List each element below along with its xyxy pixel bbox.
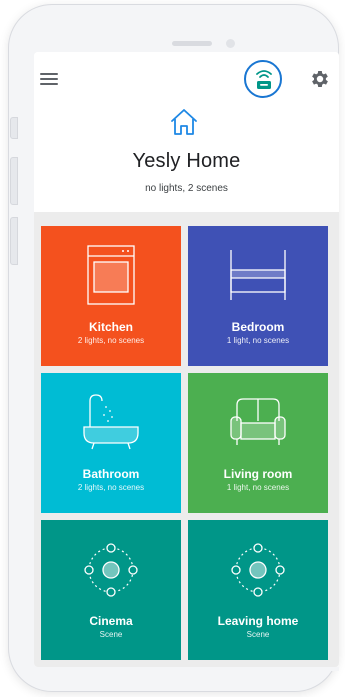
app-screen: Yesly Home no lights, 2 scenes Kitchen 2… [34,52,339,667]
app-screenshot: Yesly Home no lights, 2 scenes Kitchen 2… [0,0,345,697]
room-grid: Kitchen 2 lights, no scenes Bedroom 1 li… [34,212,339,667]
room-name: Kitchen [88,320,133,334]
scene-subtitle: Scene [99,630,123,639]
room-tile-living-room[interactable]: Living room 1 light, no scenes [188,373,328,513]
menu-icon[interactable] [40,72,58,86]
scene-subtitle: Scene [246,630,270,639]
bathtub-icon [83,394,139,450]
scene-name: Leaving home [217,614,299,628]
room-subtitle: 2 lights, no scenes [77,483,145,492]
room-tile-bedroom[interactable]: Bedroom 1 light, no scenes [188,226,328,366]
gear-icon[interactable] [309,68,331,90]
scene-icon [84,543,138,597]
room-subtitle: 2 lights, no scenes [77,336,145,345]
phone-camera [226,39,235,48]
room-tile-kitchen[interactable]: Kitchen 2 lights, no scenes [41,226,181,366]
scene-tile-cinema[interactable]: Cinema Scene [41,520,181,660]
oven-icon [87,245,135,305]
home-header: Yesly Home no lights, 2 scenes [34,52,339,212]
home-icon [171,109,197,135]
home-title: Yesly Home [132,150,241,172]
room-name: Bedroom [231,320,285,334]
phone-chin [34,667,339,671]
hub-router-icon [256,70,272,89]
scene-icon [231,543,285,597]
phone-speaker [172,41,212,46]
phone-side-button [10,117,18,139]
room-name: Bathroom [82,467,140,481]
bed-icon [230,250,286,300]
sofa-icon [230,398,286,445]
room-tile-bathroom[interactable]: Bathroom 2 lights, no scenes [41,373,181,513]
hub-button[interactable] [244,60,282,98]
room-name: Living room [223,467,293,481]
home-subtitle: no lights, 2 scenes [145,183,228,194]
room-subtitle: 1 light, no scenes [226,336,290,345]
phone-volume-down-button [10,217,18,265]
phone-volume-up-button [10,157,18,205]
scene-tile-leaving-home[interactable]: Leaving home Scene [188,520,328,660]
scene-name: Cinema [89,614,133,628]
room-subtitle: 1 light, no scenes [226,483,290,492]
